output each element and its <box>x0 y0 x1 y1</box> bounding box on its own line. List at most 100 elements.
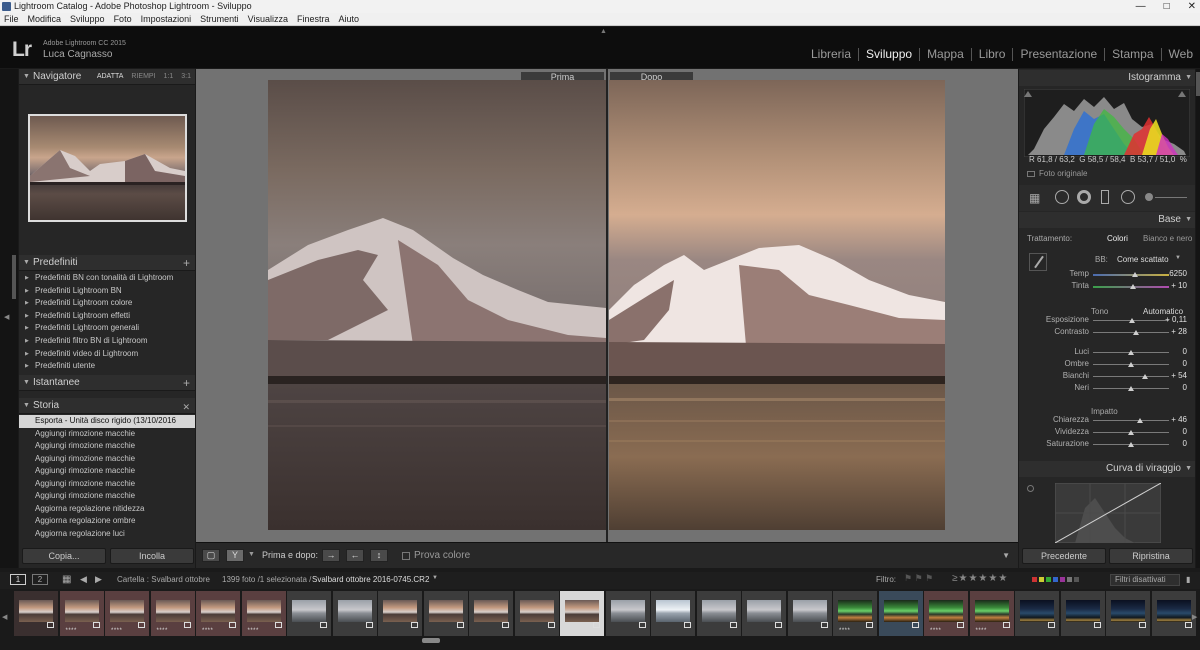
filmstrip-thumb[interactable] <box>605 591 650 636</box>
slider-value-contrast[interactable]: + 28 <box>1157 327 1187 336</box>
filmstrip-thumb[interactable] <box>14 591 58 636</box>
menu-foto[interactable]: Foto <box>114 13 132 25</box>
filmstrip-thumb[interactable] <box>742 591 786 636</box>
after-photo[interactable] <box>609 80 945 530</box>
module-mappa[interactable]: Mappa <box>919 48 971 61</box>
add-snapshot-icon[interactable]: + <box>183 375 190 391</box>
history-step[interactable]: Esporta - Unità disco rigido (13/10/2016… <box>19 415 195 438</box>
slider-knob-temp[interactable] <box>1131 272 1138 277</box>
filmstrip-thumb[interactable] <box>469 591 513 636</box>
filmstrip-thumb[interactable]: **** <box>105 591 149 636</box>
filmstrip-scrollbar[interactable] <box>422 638 440 643</box>
slider-value-exposure[interactable]: + 0,11 <box>1157 315 1187 324</box>
zoom-fit[interactable]: ADATTA <box>97 69 124 85</box>
reset-button[interactable]: Ripristina <box>1109 548 1193 564</box>
menu-sviluppo[interactable]: Sviluppo <box>70 13 105 25</box>
zoom-fill[interactable]: RIEMPI <box>131 69 155 85</box>
slider-value-whites[interactable]: + 54 <box>1157 371 1187 380</box>
swap-before-after-icon[interactable]: ↕ <box>370 549 388 562</box>
add-preset-icon[interactable]: + <box>183 255 190 271</box>
menu-visualizza[interactable]: Visualizza <box>248 13 288 25</box>
previous-button[interactable]: Precedente <box>1022 548 1106 564</box>
slider-value-vibrance[interactable]: 0 <box>1157 427 1187 436</box>
history-step[interactable]: Aggiorna regolazione luci <box>19 528 195 541</box>
treatment-bw[interactable]: Bianco e nero <box>1143 234 1192 243</box>
color-label-filter[interactable] <box>1032 577 1079 582</box>
filmstrip-scroll-right-icon[interactable]: ▶ <box>1192 613 1197 621</box>
collapse-top-icon[interactable]: ▲ <box>600 28 607 35</box>
preset-folder[interactable]: Predefiniti Lightroom colore <box>19 297 195 310</box>
collapse-left-icon[interactable]: ◀ <box>4 313 9 321</box>
loupe-view-icon[interactable]: ▢ <box>202 549 220 562</box>
filmstrip-thumb[interactable] <box>423 591 468 636</box>
basic-header[interactable]: Base ▼ <box>1019 212 1195 228</box>
filmstrip-thumb[interactable] <box>1060 591 1105 636</box>
filmstrip-thumb[interactable] <box>651 591 695 636</box>
module-sviluppo[interactable]: Sviluppo <box>858 48 919 61</box>
tone-curve-header[interactable]: Curva di viraggio ▼ <box>1019 461 1195 477</box>
tone-curve-graph[interactable] <box>1055 483 1161 543</box>
filmstrip-thumb[interactable]: **** <box>241 591 286 636</box>
history-step[interactable]: Aggiungi rimozione macchie <box>19 465 195 478</box>
slider-knob-highlights[interactable] <box>1128 350 1134 355</box>
filmstrip-thumb[interactable] <box>878 591 923 636</box>
graduated-filter-icon[interactable] <box>1101 190 1109 204</box>
paste-button[interactable]: Incolla <box>110 548 194 564</box>
copy-before-to-after-icon[interactable]: → <box>322 549 340 562</box>
navigator-header[interactable]: ▼ Navigatore ADATTA RIEMPI 1:1 3:1 <box>19 69 195 85</box>
menu-finestra[interactable]: Finestra <box>297 13 330 25</box>
filename-dropdown-icon[interactable]: ▼ <box>432 575 438 581</box>
slider-knob-tint[interactable] <box>1130 284 1137 289</box>
minimize-icon[interactable]: — <box>1136 0 1146 13</box>
slider-value-tint[interactable]: + 10 <box>1157 281 1187 290</box>
filter-presets-dropdown[interactable]: Filtri disattivati <box>1110 574 1180 586</box>
flag-filter-icon[interactable]: ⚑ ⚑ ⚑ <box>904 573 933 584</box>
maximize-icon[interactable]: □ <box>1164 0 1170 13</box>
right-scrollbar[interactable] <box>1196 72 1200 96</box>
filmstrip-thumb[interactable] <box>287 591 331 636</box>
filmstrip-thumb[interactable] <box>1015 591 1059 636</box>
split-divider[interactable] <box>606 69 608 542</box>
slider-knob-saturation[interactable] <box>1128 442 1134 447</box>
preset-folder[interactable]: Predefiniti video di Lightroom <box>19 348 195 361</box>
original-photo-checkbox[interactable] <box>1027 171 1035 177</box>
filter-lock-icon[interactable]: ▮ <box>1186 575 1190 584</box>
rating-filter-stars[interactable]: ≥★★★★★ <box>952 573 1008 584</box>
filmstrip-thumb[interactable] <box>787 591 832 636</box>
toolbar-menu-icon[interactable]: ▼ <box>1002 551 1010 560</box>
soft-proof-checkbox[interactable] <box>402 552 410 560</box>
filmstrip-thumb[interactable]: **** <box>833 591 877 636</box>
snapshots-header[interactable]: ▼ Istantanee + <box>19 375 195 391</box>
slider-value-blacks[interactable]: 0 <box>1157 383 1187 392</box>
history-header[interactable]: ▼ Storia ✕ <box>19 398 195 414</box>
history-step[interactable]: Aggiungi rimozione macchie <box>19 490 195 503</box>
brush-slider[interactable] <box>1155 197 1187 198</box>
slider-knob-whites[interactable] <box>1141 374 1148 379</box>
grid-view-icon[interactable]: ▦ <box>62 574 71 585</box>
filmstrip-thumb[interactable]: **** <box>59 591 104 636</box>
forward-arrow-icon[interactable]: ▶ <box>95 574 102 585</box>
histogram-header[interactable]: Istogramma ▼ <box>1019 70 1195 86</box>
copy-after-to-before-icon[interactable]: ← <box>346 549 364 562</box>
target-adjust-icon[interactable] <box>1027 485 1034 492</box>
module-libro[interactable]: Libro <box>970 48 1013 61</box>
slider-knob-exposure[interactable] <box>1128 318 1135 323</box>
slider-knob-vibrance[interactable] <box>1128 430 1134 435</box>
menu-aiuto[interactable]: Aiuto <box>339 13 360 25</box>
preset-folder[interactable]: Predefiniti filtro BN di Lightroom <box>19 335 195 348</box>
clear-history-icon[interactable]: ✕ <box>182 399 190 415</box>
presets-header[interactable]: ▼ Predefiniti + <box>19 255 195 271</box>
main-window-button[interactable]: 1 <box>10 574 26 585</box>
filmstrip-thumb[interactable]: **** <box>924 591 968 636</box>
menu-impostazioni[interactable]: Impostazioni <box>141 13 192 25</box>
filmstrip-thumb[interactable] <box>514 591 559 636</box>
filmstrip-thumb[interactable] <box>332 591 377 636</box>
preset-folder[interactable]: Predefiniti Lightroom generali <box>19 322 195 335</box>
second-window-button[interactable]: 2 <box>32 574 48 585</box>
before-after-view-icon[interactable]: Y <box>226 549 244 562</box>
history-step[interactable]: Aggiungi rimozione macchie <box>19 428 195 441</box>
slider-value-temp[interactable]: 6250 <box>1157 269 1187 278</box>
selected-filename[interactable]: Svalbard ottobre 2016-0745.CR2 <box>312 575 429 584</box>
slider-value-highlights[interactable]: 0 <box>1157 347 1187 356</box>
filmstrip-thumb[interactable]: **** <box>969 591 1014 636</box>
